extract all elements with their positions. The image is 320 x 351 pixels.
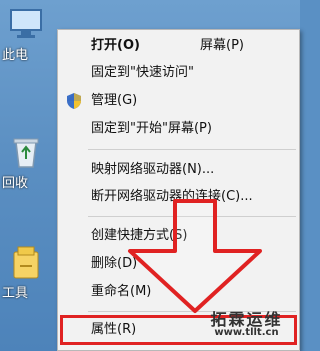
desktop-icon-tools[interactable]: 工具 xyxy=(2,240,54,302)
menu-item-label: 固定到"快速访问" xyxy=(91,65,194,80)
menu-item-map-network-drive[interactable]: 映射网络驱动器(N)... xyxy=(58,158,299,182)
menu-separator xyxy=(88,149,296,150)
desktop-icon-label: 回收 xyxy=(2,176,29,191)
desktop-icon-this-pc[interactable]: 此电 xyxy=(2,2,54,64)
watermark: 拓霖运维 www.tllt.cn xyxy=(193,310,300,339)
tools-icon xyxy=(13,246,39,279)
shield-icon xyxy=(67,93,81,109)
recycle-bin-icon xyxy=(13,138,39,168)
menu-item-pin-quick-access[interactable]: 固定到"快速访问" xyxy=(58,61,299,85)
desktop-icon-recycle-bin[interactable]: 回收 xyxy=(2,130,54,192)
watermark-title: 拓霖运维 xyxy=(210,310,283,329)
down-arrow-icon xyxy=(128,199,262,313)
menu-item-label: 管理(G) xyxy=(91,93,138,108)
desktop-icon-label: 此电 xyxy=(2,48,29,63)
menu-item-label: 映射网络驱动器(N)... xyxy=(91,162,215,177)
menu-item-manage[interactable]: 管理(G) xyxy=(58,89,299,113)
menu-item-label: 固定到"开始"屏幕(P) xyxy=(91,121,212,136)
menu-item-fragment: 屏幕(P) xyxy=(200,34,299,58)
watermark-url: www.tllt.cn xyxy=(214,327,279,338)
menu-item-fragment-label: 屏幕(P) xyxy=(200,38,244,53)
computer-icon xyxy=(10,9,42,38)
desktop-icon-label: 工具 xyxy=(2,286,29,301)
menu-item-label: 打开(O) xyxy=(91,38,140,53)
menu-item-pin-start[interactable]: 固定到"开始"屏幕(P) xyxy=(58,117,299,141)
